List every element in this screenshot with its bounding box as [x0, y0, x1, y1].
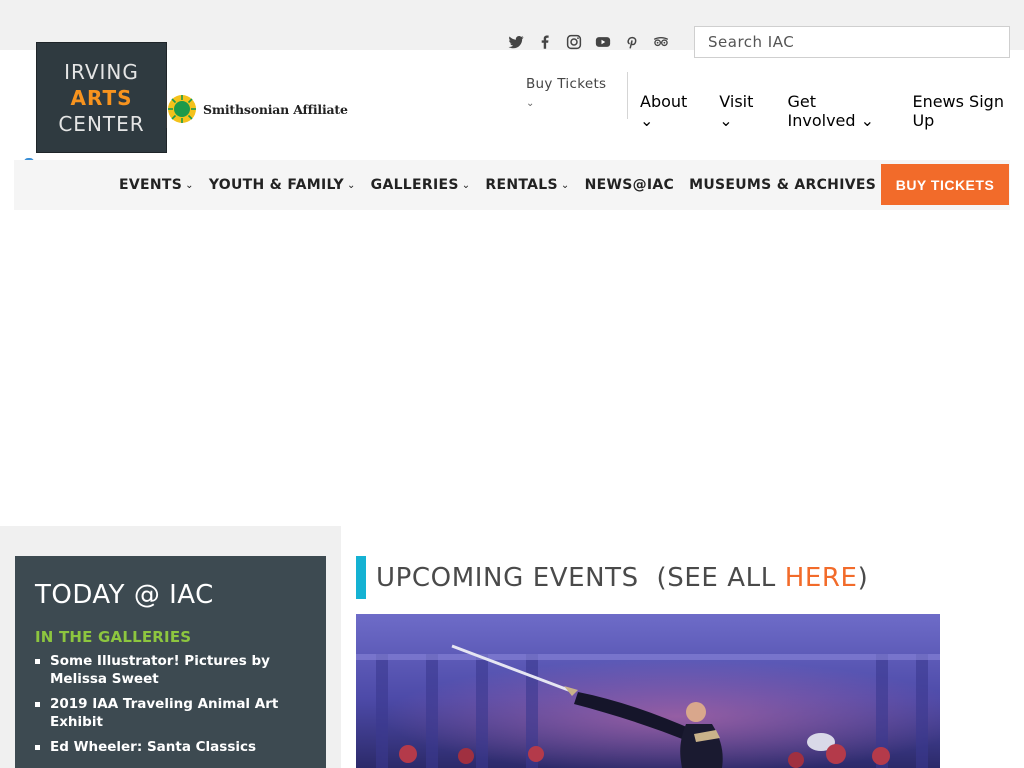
today-at-iac-panel: TODAY @ IAC IN THE GALLERIES Some Illust…: [15, 556, 326, 768]
see-all-here-link[interactable]: HERE: [785, 563, 858, 593]
nav-galleries[interactable]: GALLERIES ⌄: [371, 177, 471, 193]
instagram-icon[interactable]: [564, 32, 584, 52]
irving-arts-center-logo[interactable]: IRVING ARTS CENTER: [36, 42, 167, 153]
today-list-item[interactable]: Some Illustrator! Pictures by Melissa Sw…: [35, 652, 306, 688]
utility-enews-signup[interactable]: Enews Sign Up: [900, 92, 1024, 130]
today-title: TODAY @ IAC: [35, 580, 214, 610]
nav-youth-family-label: YOUTH & FAMILY: [208, 177, 344, 193]
twitter-icon[interactable]: [506, 32, 526, 52]
social-links: [506, 32, 671, 52]
nav-events-label: EVENTS: [119, 177, 183, 193]
nav-rentals[interactable]: RENTALS ⌄: [485, 177, 569, 193]
today-list-item[interactable]: Ed Wheeler: Santa Classics: [35, 738, 306, 756]
nav-museums-archives-label: MUSEUMS & ARCHIVES: [689, 177, 877, 193]
upcoming-events-title: UPCOMING EVENTS (SEE ALL HERE): [376, 563, 868, 593]
logo-line-1: IRVING: [64, 59, 139, 84]
chevron-down-icon: ⌄: [526, 98, 535, 109]
logo-line-3: CENTER: [58, 111, 145, 136]
utility-nav: About ⌄ Visit ⌄ Get Involved ⌄ Enews Sig…: [640, 92, 1024, 130]
today-section-heading: IN THE GALLERIES: [35, 628, 192, 646]
facebook-icon[interactable]: [535, 32, 555, 52]
smithsonian-affiliate-badge[interactable]: Smithsonian Affiliate: [166, 90, 348, 128]
nav-museums-archives[interactable]: MUSEUMS & ARCHIVES ⌄: [689, 177, 888, 193]
utility-buy-tickets-label: Buy Tickets: [526, 76, 607, 92]
youtube-icon[interactable]: [593, 32, 613, 52]
utility-about[interactable]: About ⌄: [640, 92, 707, 130]
main-nav: EVENTS ⌄ YOUTH & FAMILY ⌄ GALLERIES ⌄ RE…: [14, 160, 1010, 210]
chevron-down-icon: ⌄: [719, 111, 733, 130]
heading-accent-bar: [356, 556, 366, 599]
chevron-down-icon: ⌄: [640, 111, 654, 130]
today-list: Some Illustrator! Pictures by Melissa Sw…: [35, 652, 306, 756]
nav-news[interactable]: NEWS@IAC: [585, 177, 675, 193]
main-nav-links: EVENTS ⌄ YOUTH & FAMILY ⌄ GALLERIES ⌄ RE…: [119, 160, 903, 210]
chevron-down-icon: ⌄: [185, 179, 194, 191]
smithsonian-affiliate-label: Smithsonian Affiliate: [203, 101, 348, 117]
nav-news-label: NEWS@IAC: [584, 177, 675, 193]
chevron-down-icon: ⌄: [346, 179, 356, 191]
buy-tickets-button[interactable]: BUY TICKETS: [881, 164, 1009, 205]
utility-get-involved-label: Get Involved: [787, 92, 856, 130]
today-list-item[interactable]: 2019 IAA Traveling Animal Art Exhibit: [35, 695, 306, 731]
upcoming-events-heading: UPCOMING EVENTS (SEE ALL HERE): [356, 556, 868, 599]
utility-visit[interactable]: Visit ⌄: [707, 92, 775, 130]
upcoming-event-image[interactable]: [356, 614, 940, 768]
utility-enews-label: Enews Sign Up: [912, 92, 1004, 130]
chevron-down-icon: ⌄: [860, 111, 875, 130]
search-input[interactable]: [694, 26, 1010, 58]
smithsonian-sun-icon: [168, 95, 196, 123]
upcoming-suffix: ): [857, 562, 869, 593]
stage-performance-image: [356, 614, 940, 768]
nav-galleries-label: GALLERIES: [370, 177, 459, 193]
logo-line-2: ARTS: [70, 85, 133, 110]
tripadvisor-icon[interactable]: [651, 32, 671, 52]
chevron-down-icon: ⌄: [560, 179, 570, 191]
upcoming-prefix: UPCOMING EVENTS (SEE ALL: [376, 562, 785, 593]
utility-buy-tickets[interactable]: Buy Tickets ⌄: [526, 76, 607, 109]
chevron-down-icon: ⌄: [461, 179, 471, 191]
nav-youth-family[interactable]: YOUTH & FAMILY ⌄: [209, 177, 356, 193]
utility-visit-label: Visit: [719, 92, 754, 111]
utility-about-label: About: [640, 92, 688, 111]
nav-events[interactable]: EVENTS ⌄: [119, 177, 194, 193]
page: IRVING ARTS CENTER Smithsonian Affiliate: [0, 0, 1024, 768]
pinterest-icon[interactable]: [622, 32, 642, 52]
nav-rentals-label: RENTALS: [485, 177, 558, 193]
utility-get-involved[interactable]: Get Involved ⌄: [776, 92, 901, 130]
utility-divider: [627, 72, 628, 119]
